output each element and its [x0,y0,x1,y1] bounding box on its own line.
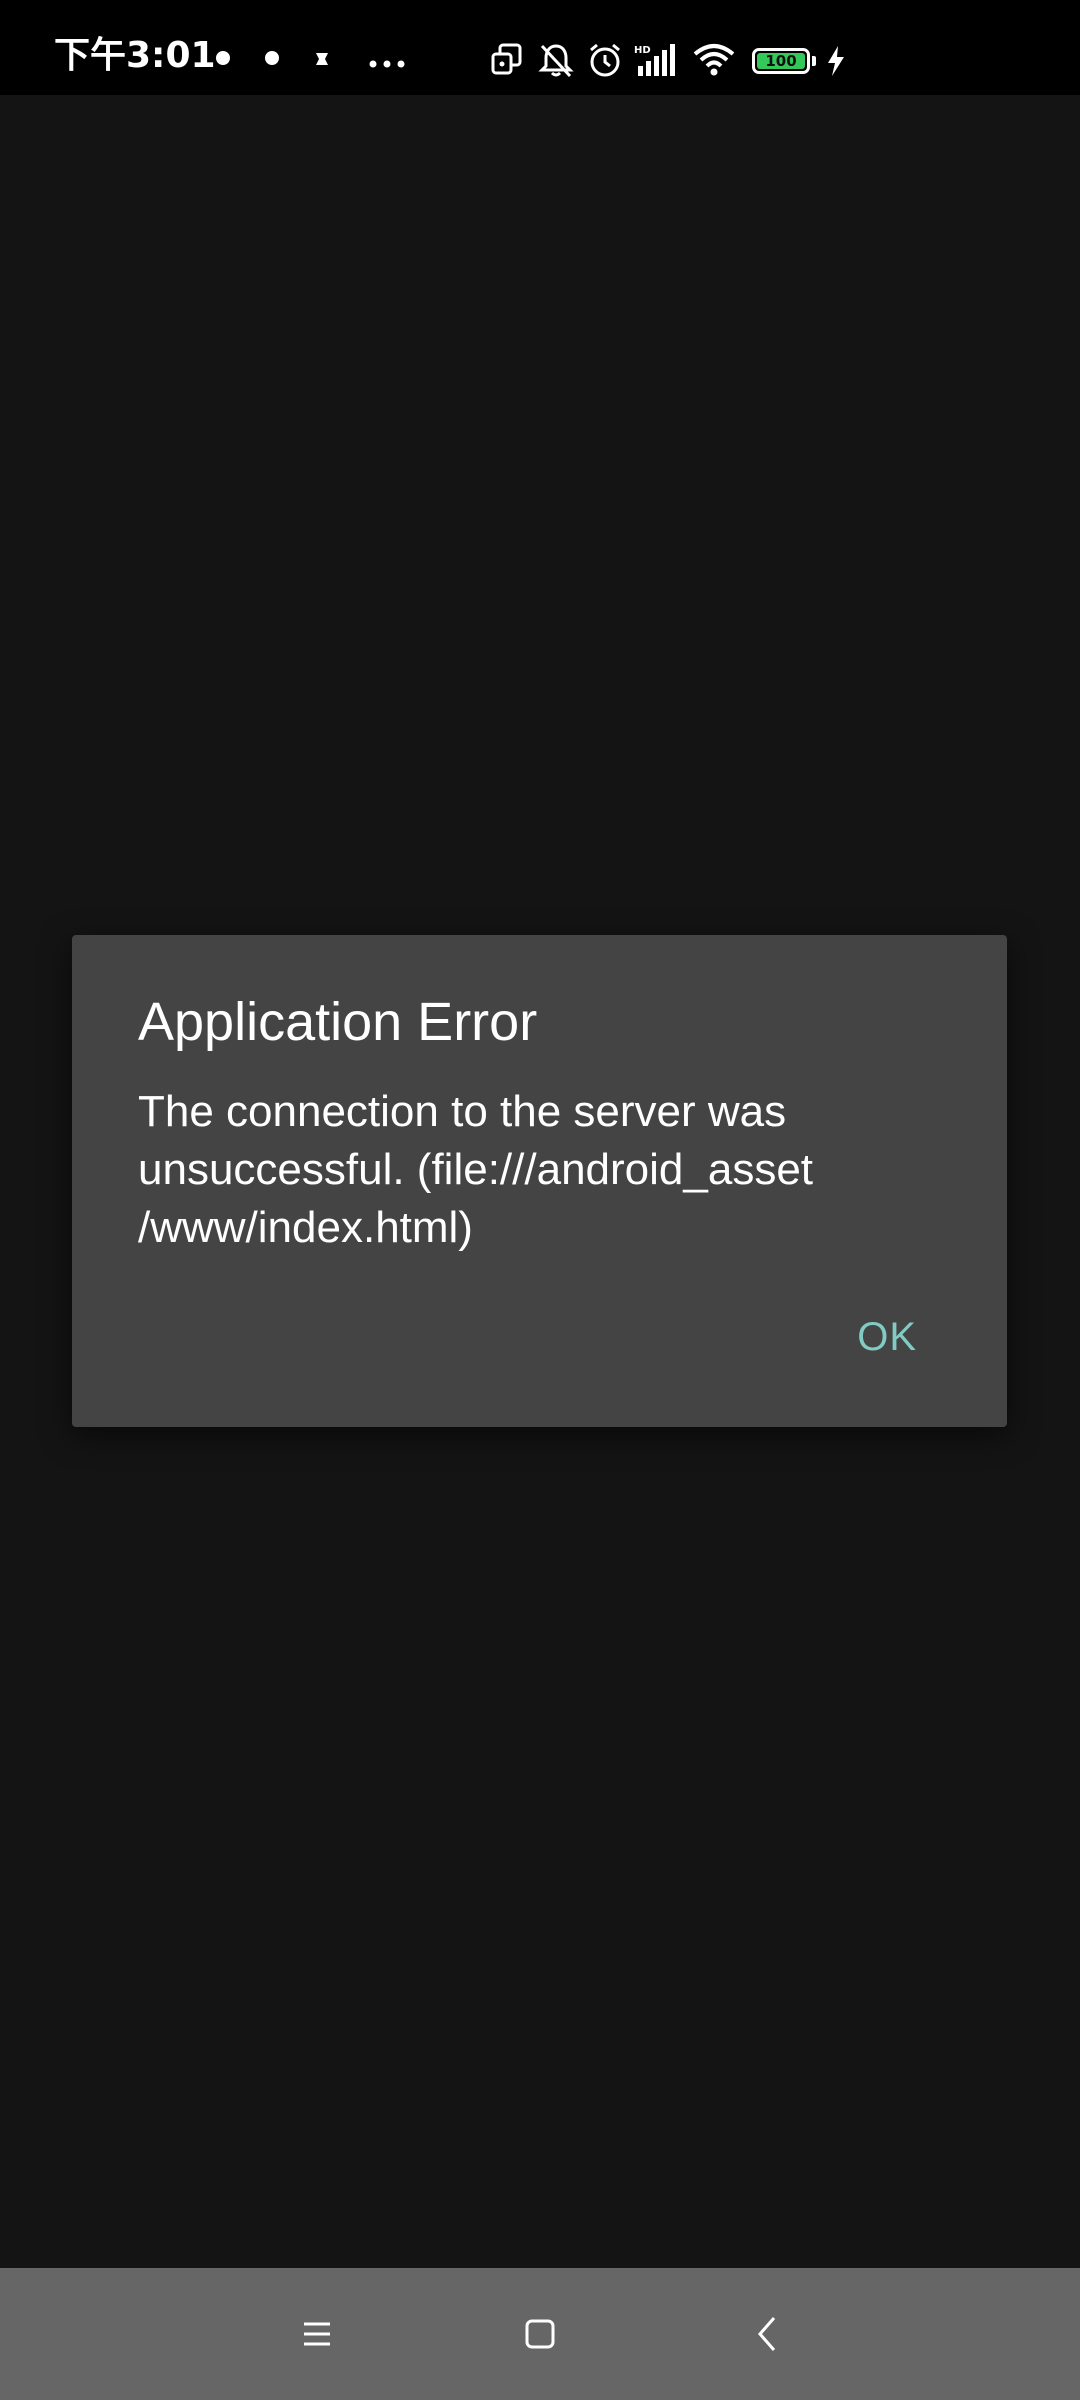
menu-button[interactable] [287,2304,347,2364]
home-button[interactable] [510,2304,570,2364]
notification-dot-icon [216,51,230,65]
dialog-message: The connection to the server was unsucce… [138,1087,814,1252]
network-label: HD [634,45,651,56]
menu-icon [304,2322,330,2346]
charging-bolt-icon [826,46,846,80]
screen-mirror-icon [490,42,524,80]
battery-cap [812,56,816,66]
home-icon [525,2319,555,2349]
ok-button[interactable]: OK [857,1315,917,1360]
status-bar: 下午3:01 HD 100 [0,0,1080,95]
back-button[interactable] [738,2304,798,2364]
battery-level: 100 [757,53,805,69]
error-dialog: Application Error The connection to the … [72,935,1007,1427]
signal-icon: HD [634,44,680,82]
screen: 下午3:01 HD 100 Application Error The conn… [0,0,1080,2400]
status-time: 下午3:01 [54,35,216,76]
notification-app-icon [313,50,331,72]
navigation-bar [0,2268,1080,2400]
battery-icon: 100 [752,48,810,74]
wifi-icon [692,42,736,82]
more-dots-icon [367,42,407,78]
alarm-icon [587,42,623,82]
back-icon [758,2317,776,2351]
dialog-title: Application Error [138,992,538,1052]
bell-muted-icon [538,42,574,82]
notification-dot-icon [265,51,279,65]
